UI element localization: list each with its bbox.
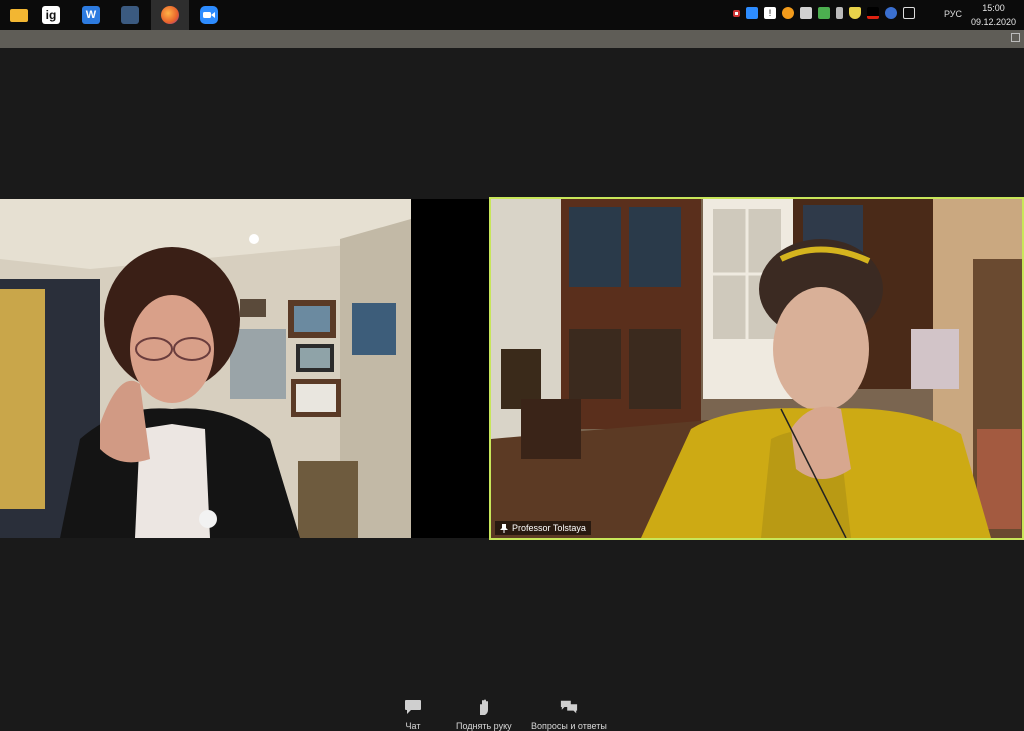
participant-1-scene xyxy=(0,199,411,538)
window-strip xyxy=(0,30,1024,48)
battery-icon[interactable] xyxy=(867,7,879,19)
qa-button[interactable]: Вопросы и ответы xyxy=(531,699,607,731)
qa-label: Вопросы и ответы xyxy=(531,721,607,731)
wps-app-icon[interactable]: W xyxy=(72,0,110,30)
system-tray: ! xyxy=(733,7,915,23)
participant-video-2[interactable]: Professor Tolstaya xyxy=(489,197,1024,540)
zoom-icon[interactable] xyxy=(190,0,228,30)
taskbar: ig W ! РУС 15:00 09.12.2020 xyxy=(0,0,1024,30)
firefox-icon[interactable] xyxy=(151,0,189,30)
qa-icon xyxy=(560,700,577,714)
zoom-tray-icon[interactable] xyxy=(746,7,758,19)
meeting-stage: Professor Tolstaya Чат Поднять руку Вопр… xyxy=(0,48,1024,731)
speaker-name-tag: Professor Tolstaya xyxy=(495,521,591,535)
clock-time: 15:00 xyxy=(982,3,1005,13)
network-app-icon[interactable] xyxy=(885,7,897,19)
clock-date: 09.12.2020 xyxy=(970,17,1016,27)
participant-video-1[interactable] xyxy=(0,199,411,538)
alert-icon[interactable]: ! xyxy=(764,7,776,19)
video-gap xyxy=(411,199,489,538)
chat-label: Чат xyxy=(405,721,421,731)
ig-app-icon[interactable]: ig xyxy=(32,0,70,30)
chat-icon xyxy=(405,700,421,714)
monitor-icon[interactable] xyxy=(903,7,915,19)
speaker-name: Professor Tolstaya xyxy=(512,523,586,533)
document-icon[interactable] xyxy=(800,7,812,19)
language-indicator[interactable]: РУС xyxy=(944,9,962,19)
chat-button[interactable]: Чат xyxy=(404,699,422,731)
pin-icon xyxy=(500,523,508,533)
orange-app-icon[interactable] xyxy=(782,7,794,19)
raise-hand-button[interactable]: Поднять руку xyxy=(456,699,512,731)
clock[interactable]: 15:00 09.12.2020 xyxy=(971,1,1016,29)
usb-icon[interactable] xyxy=(836,7,843,19)
window-app-icon[interactable] xyxy=(111,0,149,30)
record-icon[interactable] xyxy=(733,10,740,17)
raise-hand-icon xyxy=(479,699,488,715)
participant-2-scene xyxy=(491,199,1022,538)
raise-hand-label: Поднять руку xyxy=(456,721,512,731)
maximize-icon[interactable] xyxy=(1011,33,1020,42)
shield-icon[interactable] xyxy=(849,7,861,19)
calendar-icon[interactable] xyxy=(818,7,830,19)
